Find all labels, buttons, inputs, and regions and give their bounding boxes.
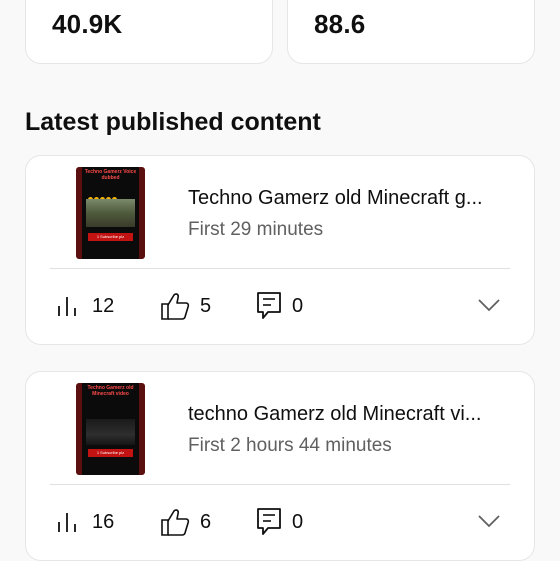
thumbnail-bottom-text: 1 Subscribe plz: [88, 233, 133, 241]
comments-metric: 0: [256, 507, 303, 537]
comment-icon: [257, 292, 281, 319]
likes-count: 5: [200, 294, 212, 317]
views-count: 12: [92, 294, 115, 317]
video-thumbnail[interactable]: Techno Gamerz old Minecraft video 1 Subs…: [76, 383, 145, 475]
likes-count: 6: [200, 510, 212, 533]
comments-count: 0: [292, 294, 304, 317]
video-timestamp: First 29 minutes: [188, 219, 324, 240]
divider: [50, 484, 510, 485]
stat-value-left: 40.9K: [52, 9, 123, 39]
likes-metric: 5: [160, 291, 211, 321]
thumbnail-bottom-text: 1 Subscribe plz: [88, 449, 133, 457]
video-title[interactable]: techno Gamerz old Minecraft vi...: [188, 403, 518, 426]
section-title: Latest published content: [25, 108, 321, 136]
views-count: 16: [92, 510, 115, 533]
thumbnail-dots: [88, 189, 133, 202]
thumbnail-scene: [86, 199, 135, 227]
comments-metric: 0: [256, 291, 303, 321]
stat-card-right[interactable]: 88.6: [287, 0, 535, 64]
stat-card-left[interactable]: 40.9K: [25, 0, 273, 64]
chevron-down-icon[interactable]: [477, 297, 501, 313]
divider: [50, 268, 510, 269]
chevron-down-icon[interactable]: [477, 513, 501, 529]
thumbnail-scene: [86, 419, 135, 445]
bar-chart-icon: [58, 297, 76, 316]
likes-metric: 6: [160, 507, 211, 537]
content-card[interactable]: Techno Gamerz old Minecraft video 1 Subs…: [25, 371, 535, 561]
views-metric: 12: [56, 291, 114, 321]
thumbnail-top-text: Techno Gamerz Voice dubbed: [84, 169, 137, 181]
views-metric: 16: [56, 507, 114, 537]
video-timestamp: First 2 hours 44 minutes: [188, 435, 392, 456]
stat-value-right: 88.6: [314, 9, 366, 39]
comments-count: 0: [292, 510, 304, 533]
comment-icon: [257, 508, 281, 535]
content-card[interactable]: Techno Gamerz Voice dubbed 1 Subscribe p…: [25, 155, 535, 345]
video-title[interactable]: Techno Gamerz old Minecraft g...: [188, 187, 518, 210]
video-thumbnail[interactable]: Techno Gamerz Voice dubbed 1 Subscribe p…: [76, 167, 145, 259]
thumbnail-top-text: Techno Gamerz old Minecraft video: [87, 385, 134, 397]
thumbs-up-icon: [161, 293, 190, 320]
bar-chart-icon: [58, 513, 76, 532]
thumbs-up-icon: [161, 509, 190, 536]
